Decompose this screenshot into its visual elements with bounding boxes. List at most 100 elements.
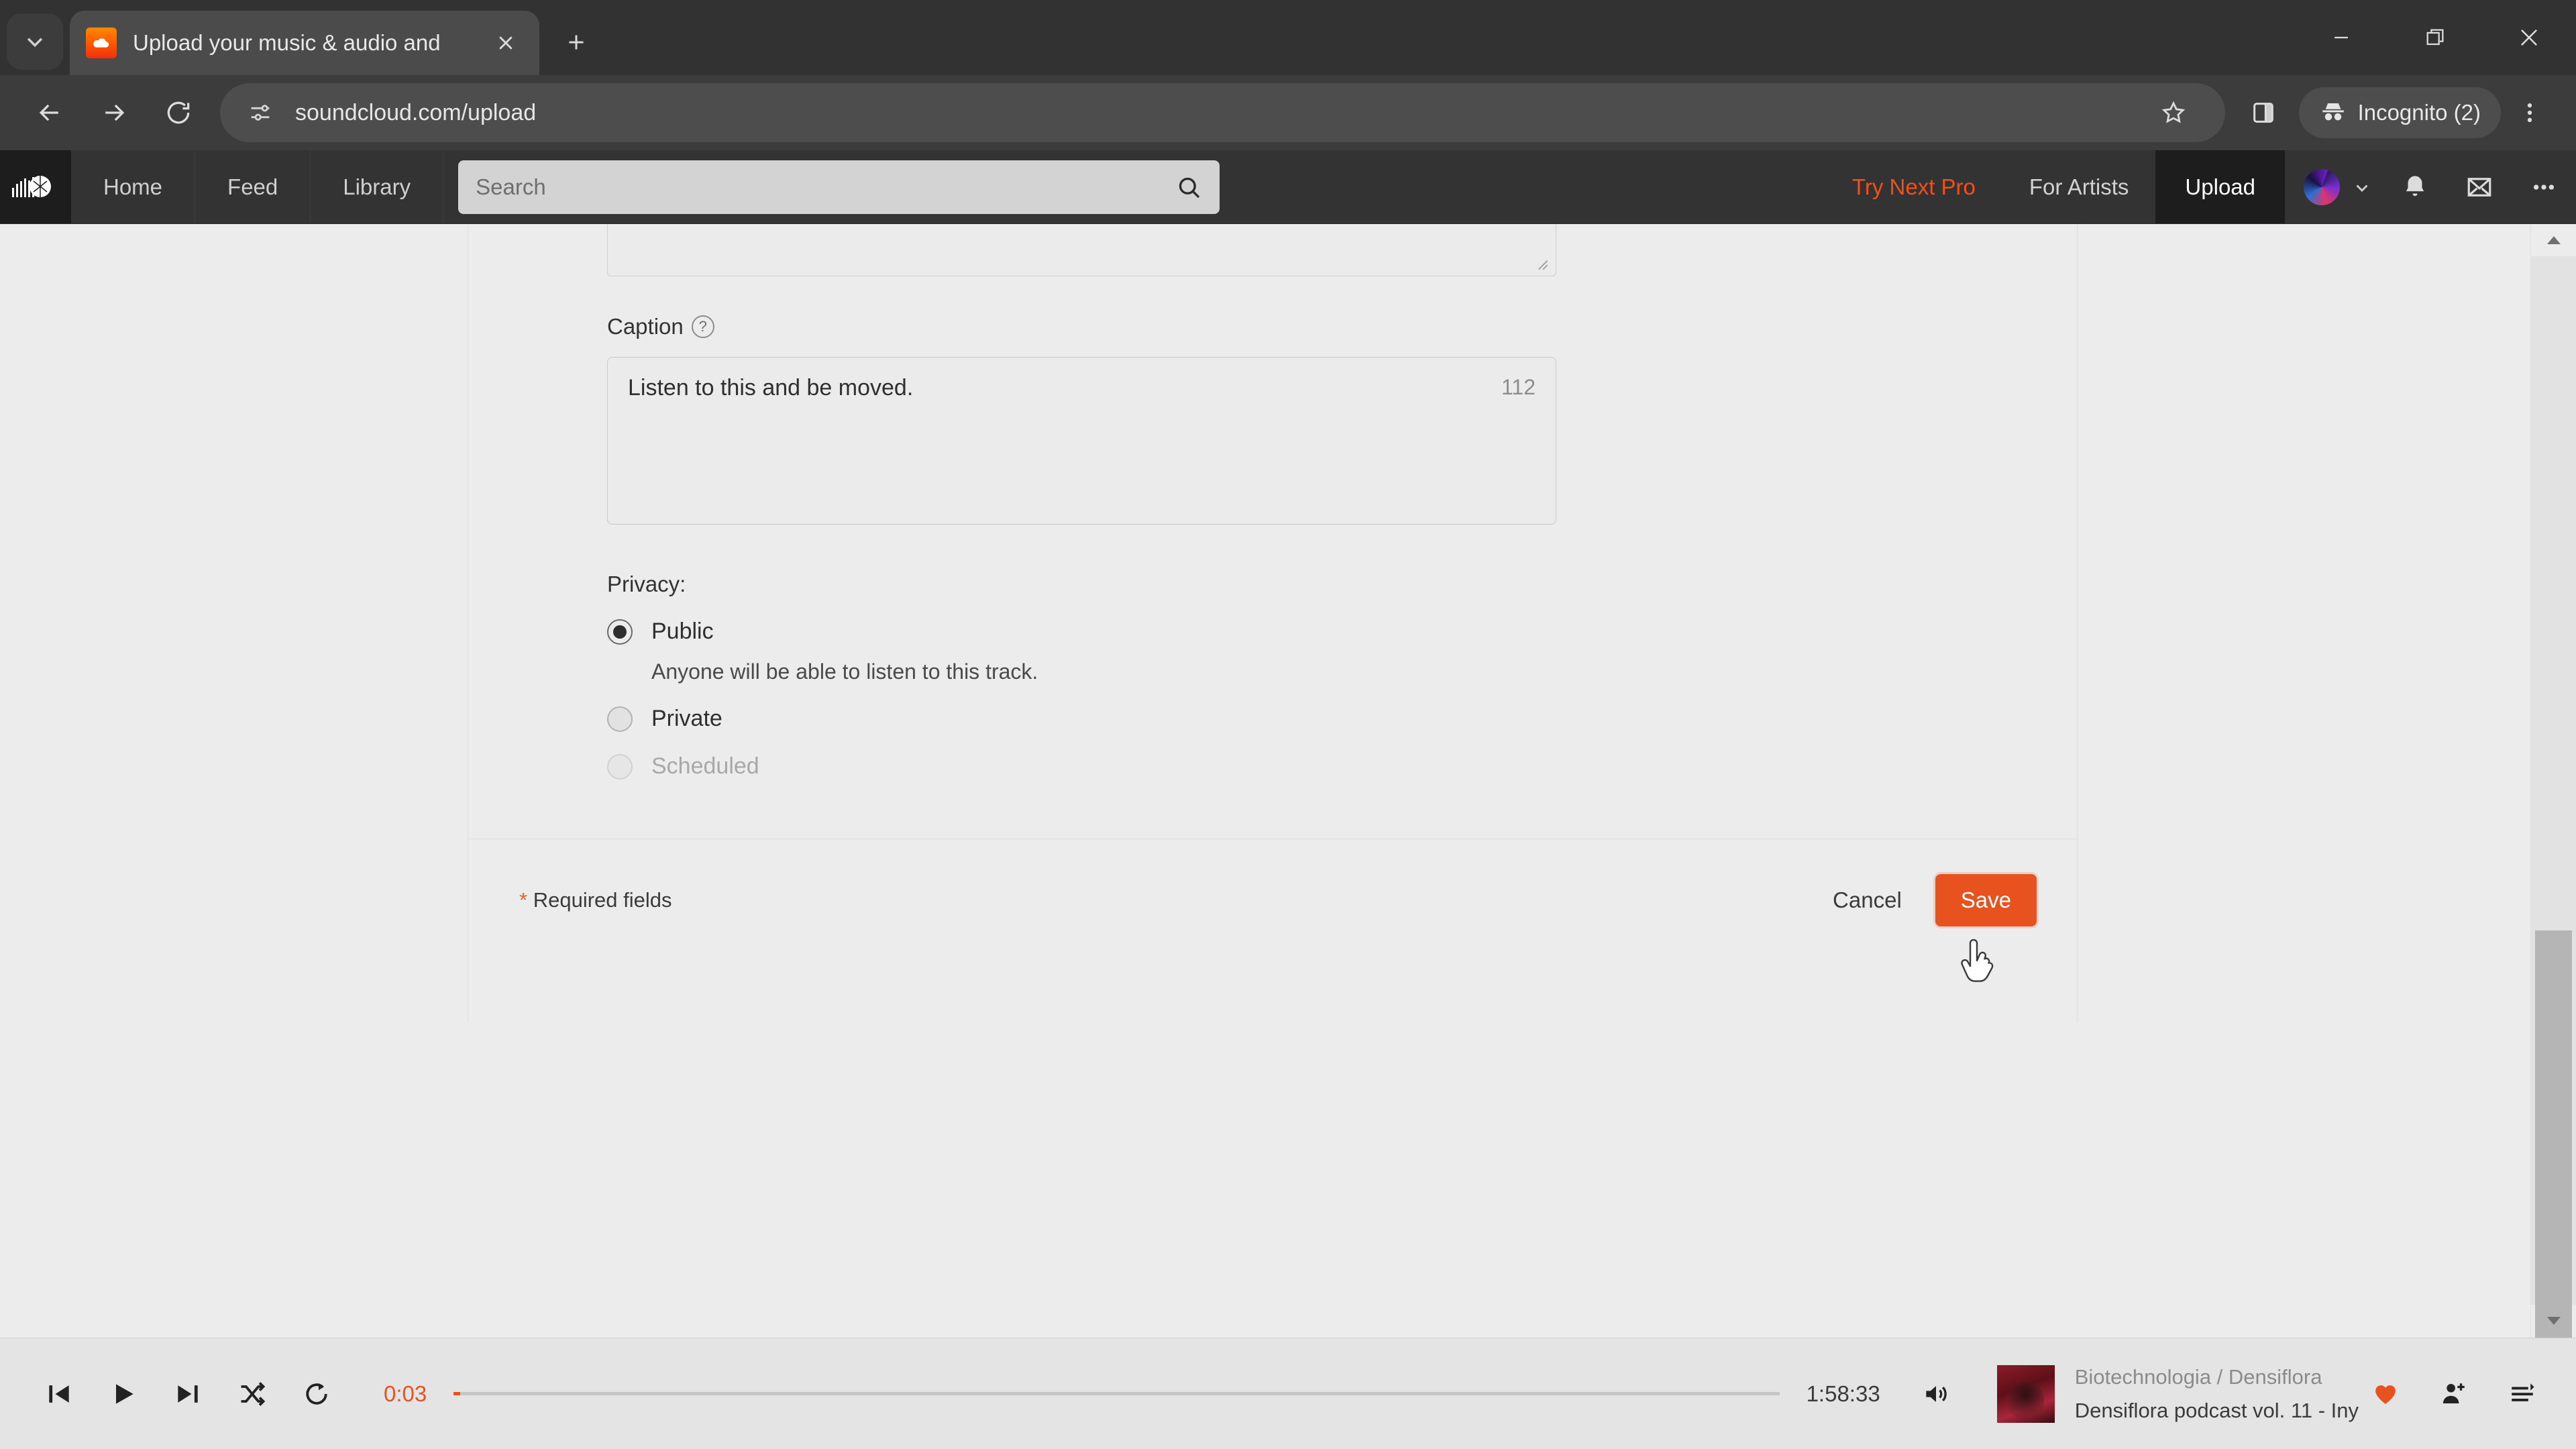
chrome-menu-button[interactable] (2501, 84, 2559, 142)
skip-back-icon (49, 1385, 69, 1403)
browser-tab[interactable]: Upload your music & audio and (70, 11, 539, 75)
incognito-indicator[interactable]: Incognito (2) (2298, 87, 2501, 138)
search-icon[interactable] (1175, 174, 1202, 201)
privacy-option-public[interactable]: Public (607, 619, 1556, 645)
reload-button[interactable] (146, 80, 211, 145)
form-fields: Caption ? Listen to this and be moved. 1… (607, 224, 1556, 780)
player-title[interactable]: Densiflora podcast vol. 11 - Iny (2075, 1399, 2359, 1423)
queue-button[interactable] (2496, 1367, 2549, 1421)
soundcloud-logo-icon (12, 175, 51, 197)
new-tab-button[interactable] (551, 17, 601, 67)
scroll-down-button[interactable] (2531, 1305, 2576, 1337)
window-close-button[interactable] (2482, 0, 2576, 75)
caption-label-row: Caption ? (607, 314, 1556, 339)
incognito-icon (2322, 103, 2344, 121)
player-actions (2359, 1367, 2549, 1421)
arrow-left-icon (39, 104, 58, 121)
caption-value: Listen to this and be moved. (628, 375, 914, 400)
back-button[interactable] (17, 80, 82, 145)
player-current-time: 0:03 (384, 1381, 427, 1406)
chevron-down-icon (27, 38, 43, 48)
maximize-icon (2426, 29, 2444, 46)
reload-icon (167, 101, 190, 124)
caption-help-icon[interactable]: ? (691, 315, 714, 338)
nav-item-feed[interactable]: Feed (195, 150, 311, 223)
action-buttons: Cancel Save (1826, 874, 2037, 926)
page-scrollbar[interactable] (2530, 224, 2576, 1449)
forward-button[interactable] (82, 80, 146, 145)
player-progress-bar[interactable] (453, 1392, 1780, 1395)
tab-close-button[interactable] (488, 25, 523, 60)
previous-button[interactable] (27, 1362, 91, 1426)
tune-icon (251, 105, 270, 121)
side-panel-icon (2253, 103, 2273, 123)
more-vertical-icon (2527, 103, 2532, 122)
caption-input[interactable]: Listen to this and be moved. 112 (607, 357, 1556, 525)
nav-right-group: Try Next Pro For Artists Upload (1825, 150, 2576, 223)
avatar[interactable] (2304, 168, 2340, 205)
required-star: * (519, 888, 528, 912)
address-bar[interactable]: soundcloud.com/upload (220, 83, 2225, 142)
notifications-icon (2406, 175, 2424, 196)
shuffle-icon (241, 1381, 266, 1406)
chevron-down-icon (2546, 1317, 2561, 1325)
player-track-info: Biotechnologia / Densiflora Densiflora p… (2075, 1365, 2359, 1423)
chevron-up-icon (2546, 236, 2561, 244)
soundcloud-favicon (86, 28, 117, 58)
radio-private[interactable] (607, 706, 633, 732)
player-artist[interactable]: Biotechnologia / Densiflora (2075, 1365, 2359, 1389)
upload-link[interactable]: Upload (2155, 150, 2285, 223)
repeat-button[interactable] (284, 1362, 349, 1426)
plus-icon (569, 35, 584, 50)
site-settings-icon[interactable] (243, 95, 278, 130)
tab-title: Upload your music & audio and (133, 30, 441, 55)
radio-public[interactable] (607, 619, 633, 645)
nav-item-library[interactable]: Library (311, 150, 444, 223)
privacy-label: Privacy: (607, 572, 686, 596)
tab-strip: Upload your music & audio and (0, 0, 2576, 75)
cancel-button[interactable]: Cancel (1826, 888, 1909, 913)
address-bar-actions (2145, 84, 2202, 142)
soundcloud-header: Home Feed Library Search Try Next Pro Fo… (0, 150, 2576, 224)
more-options-button[interactable] (2512, 150, 2576, 223)
privacy-option-scheduled: Scheduled (607, 753, 1556, 780)
resize-grip-icon[interactable] (1533, 255, 1550, 272)
privacy-option-private[interactable]: Private (607, 706, 1556, 732)
add-to-playlist-icon (2443, 1383, 2465, 1403)
description-textarea-partial[interactable] (607, 224, 1556, 276)
player-artwork[interactable] (1996, 1364, 2055, 1423)
for-artists-link[interactable]: For Artists (2002, 150, 2156, 223)
like-button[interactable] (2359, 1367, 2412, 1421)
bookmark-star-icon[interactable] (2145, 84, 2202, 142)
search-input[interactable]: Search (458, 160, 1220, 214)
user-menu[interactable] (2285, 150, 2383, 223)
try-next-pro-link[interactable]: Try Next Pro (1825, 150, 2002, 223)
caption-char-counter: 112 (1501, 375, 1536, 399)
side-panel-button[interactable] (2235, 84, 2292, 142)
nav-item-home[interactable]: Home (71, 150, 196, 223)
soundcloud-logo[interactable] (0, 150, 71, 223)
close-icon (2521, 30, 2537, 46)
volume-button[interactable] (1904, 1362, 1968, 1426)
user-menu-caret[interactable] (2352, 177, 2372, 197)
window-minimize-button[interactable] (2294, 0, 2388, 75)
player-duration: 1:58:33 (1806, 1381, 1880, 1406)
repeat-icon (306, 1383, 327, 1405)
star-icon (2161, 101, 2185, 123)
scroll-up-button[interactable] (2531, 224, 2576, 256)
search-container: Search (443, 150, 1234, 223)
messages-button[interactable] (2447, 150, 2512, 223)
skip-forward-icon (178, 1385, 198, 1403)
tab-search-button[interactable] (7, 13, 63, 70)
scrollbar-track[interactable] (2531, 256, 2576, 1449)
play-button[interactable] (91, 1362, 156, 1426)
browser-toolbar: soundcloud.com/upload Incognito (2) (0, 75, 2576, 150)
shuffle-button[interactable] (220, 1362, 284, 1426)
save-button[interactable]: Save (1935, 874, 2037, 926)
next-button[interactable] (156, 1362, 220, 1426)
add-to-playlist-button[interactable] (2427, 1367, 2481, 1421)
messages-icon (2467, 177, 2491, 197)
notifications-button[interactable] (2383, 150, 2447, 223)
window-maximize-button[interactable] (2388, 0, 2482, 75)
